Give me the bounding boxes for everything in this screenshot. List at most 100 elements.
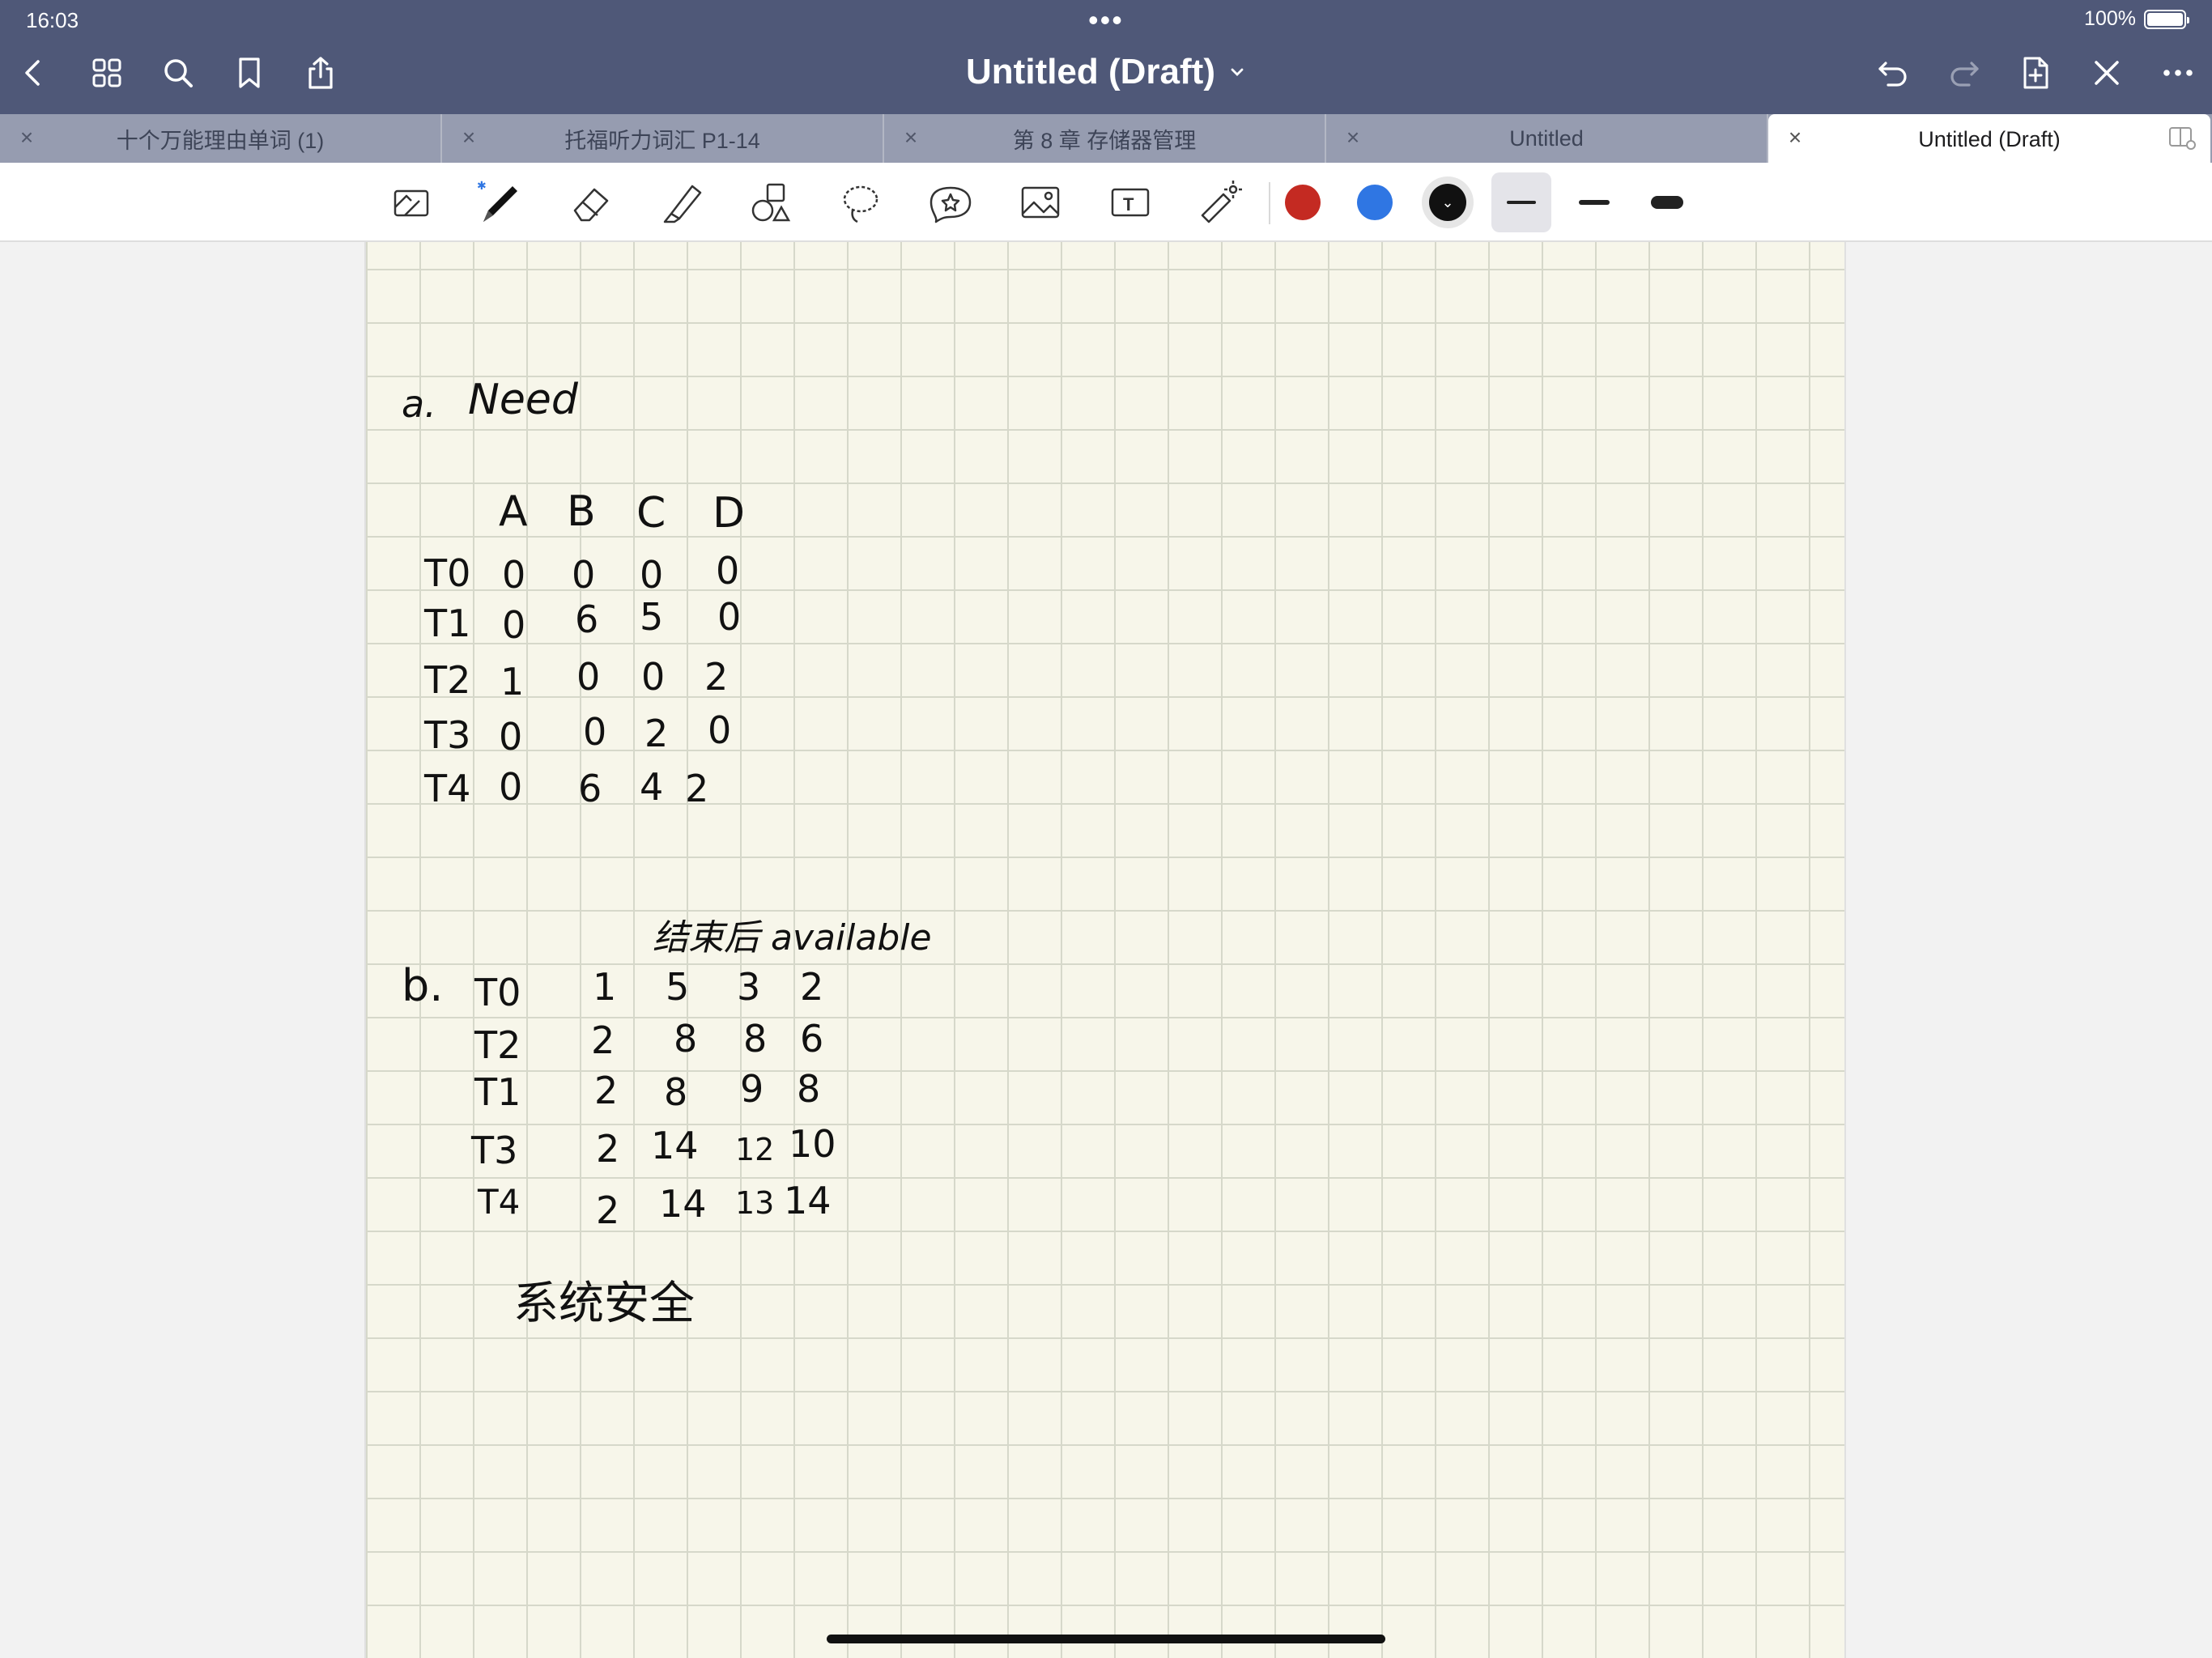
stroke-width-medium[interactable]: [1564, 172, 1624, 232]
available-cell: 14: [651, 1124, 699, 1167]
close-page-icon[interactable]: [2084, 50, 2129, 96]
grid-icon[interactable]: [84, 50, 130, 96]
pen-icon[interactable]: ✱: [473, 176, 530, 229]
tab-close-icon[interactable]: ×: [457, 125, 481, 150]
available-row-name: T0: [474, 971, 521, 1014]
lasso-icon[interactable]: [832, 176, 889, 229]
need-cell: 4: [640, 765, 663, 809]
need-cell: 0: [576, 655, 600, 699]
available-cell: 12: [735, 1132, 774, 1167]
need-column-header: C: [636, 489, 666, 538]
status-time: 16:03: [26, 8, 79, 32]
need-row-name: T3: [423, 713, 470, 757]
tab-label: Untitled (Draft): [1918, 126, 2061, 151]
need-column-header: B: [567, 487, 596, 536]
available-cell: 8: [674, 1017, 697, 1061]
svg-text:T: T: [1123, 194, 1134, 215]
available-cell: 13: [735, 1185, 774, 1221]
sticker-icon[interactable]: [922, 176, 979, 229]
tab-document-4[interactable]: × Untitled: [1326, 114, 1768, 163]
battery-percent: 100%: [2084, 7, 2136, 30]
available-cell: 2: [800, 965, 823, 1009]
highlighter-icon[interactable]: [653, 176, 709, 229]
home-indicator[interactable]: [827, 1635, 1385, 1643]
available-heading: 结束后 available: [653, 917, 932, 959]
color-swatch-black-selected[interactable]: ⌄: [1422, 176, 1474, 228]
document-title-button[interactable]: Untitled (Draft): [966, 52, 1246, 92]
share-icon[interactable]: [298, 50, 343, 96]
drawing-toolbar: ✱ T: [0, 163, 2212, 242]
need-cell: 0: [572, 553, 595, 597]
tab-label: 第 8 章 存储器管理: [1012, 128, 1197, 153]
split-view-icon[interactable]: [2168, 125, 2196, 150]
laser-pointer-icon[interactable]: [1192, 176, 1249, 229]
undo-icon[interactable]: [1870, 50, 1916, 96]
tab-close-icon[interactable]: ×: [15, 125, 39, 150]
color-swatch-blue[interactable]: [1357, 185, 1393, 220]
stroke-width-thick[interactable]: [1637, 172, 1697, 232]
tab-document-3[interactable]: × 第 8 章 存储器管理: [884, 114, 1326, 163]
more-icon[interactable]: [2155, 50, 2201, 96]
battery-level-fill: [2147, 12, 2183, 26]
svg-text:✱: ✱: [477, 179, 487, 192]
available-cell: 2: [591, 1018, 615, 1062]
available-cell: 3: [737, 965, 760, 1009]
stroke-width-thin[interactable]: [1491, 172, 1551, 232]
need-row-name: T0: [423, 551, 470, 595]
available-cell: 6: [800, 1017, 823, 1061]
conclusion-text: 系统安全: [513, 1278, 695, 1330]
need-cell: 1: [500, 660, 524, 704]
read-only-icon[interactable]: [383, 176, 440, 229]
tab-close-icon[interactable]: ×: [1341, 125, 1365, 150]
need-row-name: T4: [423, 767, 470, 810]
text-icon[interactable]: T: [1102, 176, 1159, 229]
available-row-name: T1: [474, 1070, 521, 1114]
available-cell: 8: [797, 1067, 820, 1111]
need-cell: 0: [641, 655, 665, 699]
add-page-icon[interactable]: [2013, 50, 2058, 96]
need-cell: 0: [502, 553, 525, 597]
available-cell: 9: [740, 1067, 764, 1111]
shapes-icon[interactable]: [742, 176, 799, 229]
need-row-name: T1: [423, 602, 470, 645]
section-a-title: Need: [468, 376, 579, 424]
available-cell: 2: [594, 1069, 618, 1112]
available-cell: 14: [659, 1182, 707, 1226]
chevron-down-icon: ⌄: [1429, 184, 1466, 221]
available-cell: 2: [596, 1127, 619, 1171]
back-icon[interactable]: [11, 50, 57, 96]
need-cell: 0: [717, 595, 741, 639]
battery-icon: [2144, 9, 2189, 29]
top-navigation-bar: 16:03 ••• 100% Untitled (Draft): [0, 0, 2212, 114]
available-cell: 8: [664, 1070, 687, 1114]
need-cell: 2: [704, 655, 728, 699]
tab-close-icon[interactable]: ×: [1783, 125, 1807, 150]
available-row-name: T2: [474, 1023, 521, 1067]
available-cell: 2: [596, 1188, 619, 1232]
need-cell: 0: [640, 553, 663, 597]
need-cell: 2: [644, 712, 668, 755]
bookmark-icon[interactable]: [227, 50, 272, 96]
chevron-down-icon: [1231, 68, 1244, 76]
image-icon[interactable]: [1012, 176, 1069, 229]
redo-icon[interactable]: [1942, 50, 1987, 96]
search-icon[interactable]: [155, 50, 201, 96]
need-cell: 6: [575, 597, 598, 641]
tab-label: 十个万能理由单词 (1): [116, 128, 325, 153]
tab-document-1[interactable]: × 十个万能理由单词 (1): [0, 114, 442, 163]
tab-document-2[interactable]: × 托福听力词汇 P1-14: [442, 114, 884, 163]
tab-document-5-active[interactable]: × Untitled (Draft): [1768, 114, 2210, 164]
handwritten-notes: a. Need A B C D T0 0 0 0 0 T1 0 6 5 0 T2…: [402, 376, 932, 1330]
need-row-name: T2: [423, 658, 470, 702]
need-cell: 6: [578, 767, 602, 810]
multitasking-icon[interactable]: •••: [1088, 3, 1124, 37]
color-swatch-red[interactable]: [1285, 185, 1321, 220]
tab-label: Untitled: [1509, 125, 1584, 151]
need-column-header: A: [499, 487, 528, 536]
tab-label: 托福听力词汇 P1-14: [564, 128, 760, 153]
available-cell: 14: [784, 1179, 832, 1222]
eraser-icon[interactable]: [563, 176, 619, 229]
section-b-label: b.: [402, 960, 443, 1011]
need-cell: 2: [685, 767, 708, 810]
tab-close-icon[interactable]: ×: [899, 125, 923, 150]
